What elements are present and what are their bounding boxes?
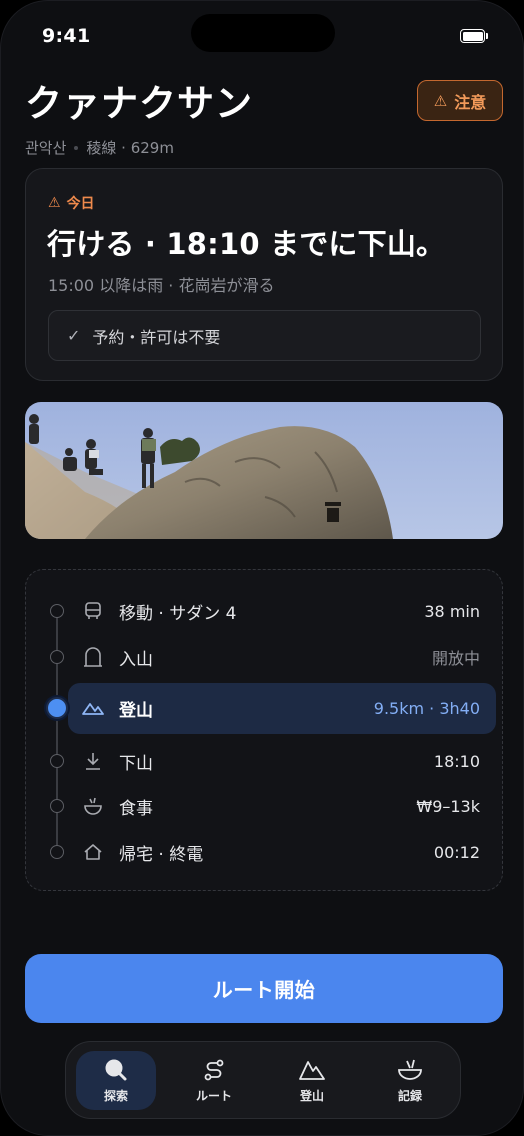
step-label: 下山 <box>119 753 153 774</box>
step-value: ₩9–13k <box>416 796 480 816</box>
tab-label: 登山 <box>299 1089 324 1103</box>
step-label: 入山 <box>119 649 153 670</box>
tab-bar: 探索 ルート 登山 記録 <box>65 1041 461 1119</box>
tab-route[interactable]: ルート <box>174 1051 254 1110</box>
mountain-photo <box>25 402 503 539</box>
itinerary-timeline: 移動 · サダン 4 38 min 入山 開放中 登山 9.5km · 3h40 <box>25 569 503 891</box>
search-icon <box>103 1057 129 1083</box>
warning-icon: ⚠ <box>433 91 448 110</box>
alert-label: 注意 <box>454 92 487 112</box>
warning-icon: ⚠ <box>48 195 61 211</box>
tab-log[interactable]: 記録 <box>370 1051 450 1110</box>
timeline-step-transit[interactable]: 移動 · サダン 4 38 min <box>26 588 502 634</box>
bowl-icon <box>397 1057 423 1083</box>
step-label: 移動 · サダン 4 <box>119 603 237 624</box>
phone-screen: 9:41 クァナクサン 관악산 稜線 · 629m ⚠ 注意 ⚠ 今日 行ける … <box>0 0 524 1136</box>
today-card: ⚠ 今日 行ける · 18:10 までに下山。 15:00 以降は雨 · 花崗岩… <box>25 168 503 381</box>
tab-label: ルート <box>195 1089 232 1103</box>
alert-button[interactable]: ⚠ 注意 <box>417 80 503 121</box>
page-subtitle: 관악산 稜線 · 629m <box>25 137 503 158</box>
step-value: 9.5km · 3h40 <box>373 698 480 718</box>
check-icon: ✓ <box>67 326 81 345</box>
tab-explore[interactable]: 探索 <box>76 1051 156 1110</box>
weather-note: 15:00 以降は雨 · 花崗岩が滑る <box>48 276 275 295</box>
timeline-step-meal[interactable]: 食事 ₩9–13k <box>26 783 502 829</box>
timeline-node <box>50 754 64 768</box>
today-tag-label: 今日 <box>66 196 95 212</box>
mountain-icon <box>299 1057 325 1083</box>
timeline-node <box>50 799 64 813</box>
timeline-step-descent[interactable]: 下山 18:10 <box>26 738 502 784</box>
timeline-node <box>50 845 64 859</box>
step-value: 開放中 <box>431 649 480 668</box>
step-label: 登山 <box>119 700 153 721</box>
permit-status: ✓ 予約・許可は不要 <box>48 310 481 361</box>
tab-label: 記録 <box>397 1089 422 1103</box>
dynamic-island <box>191 14 335 52</box>
timeline-step-climb[interactable]: 登山 9.5km · 3h40 <box>26 685 502 731</box>
timeline-node <box>50 604 64 618</box>
timeline-node-active <box>46 697 68 719</box>
bus-icon <box>82 600 104 622</box>
route-icon <box>201 1057 227 1083</box>
step-value: 00:12 <box>433 842 480 862</box>
mountain-icon <box>82 697 104 719</box>
status-time: 9:41 <box>42 25 91 47</box>
status-bar: 9:41 <box>1 1 523 71</box>
verdict-text: 行ける · 18:10 までに下山。 <box>47 227 446 261</box>
korean-name: 관악산 <box>25 139 67 157</box>
home-icon <box>82 841 104 863</box>
tab-climb[interactable]: 登山 <box>272 1051 352 1110</box>
dot-separator <box>74 145 79 150</box>
today-tag: ⚠ 今日 <box>48 193 95 213</box>
route-detail: 稜線 · 629m <box>86 139 174 157</box>
step-value: 38 min <box>424 601 480 621</box>
battery-icon <box>460 29 485 43</box>
timeline-step-entry[interactable]: 入山 開放中 <box>26 634 502 680</box>
timeline-node <box>50 650 64 664</box>
step-value: 18:10 <box>433 751 480 771</box>
timeline-step-home[interactable]: 帰宅 · 終電 00:12 <box>26 829 502 875</box>
step-label: 帰宅 · 終電 <box>119 844 204 865</box>
tab-label: 探索 <box>103 1089 128 1103</box>
descend-icon <box>82 750 104 772</box>
gate-icon <box>82 646 104 668</box>
permit-label: 予約・許可は不要 <box>92 327 221 347</box>
bowl-icon <box>82 795 104 817</box>
start-route-button[interactable]: ルート開始 <box>25 954 503 1023</box>
step-label: 食事 <box>119 798 153 819</box>
